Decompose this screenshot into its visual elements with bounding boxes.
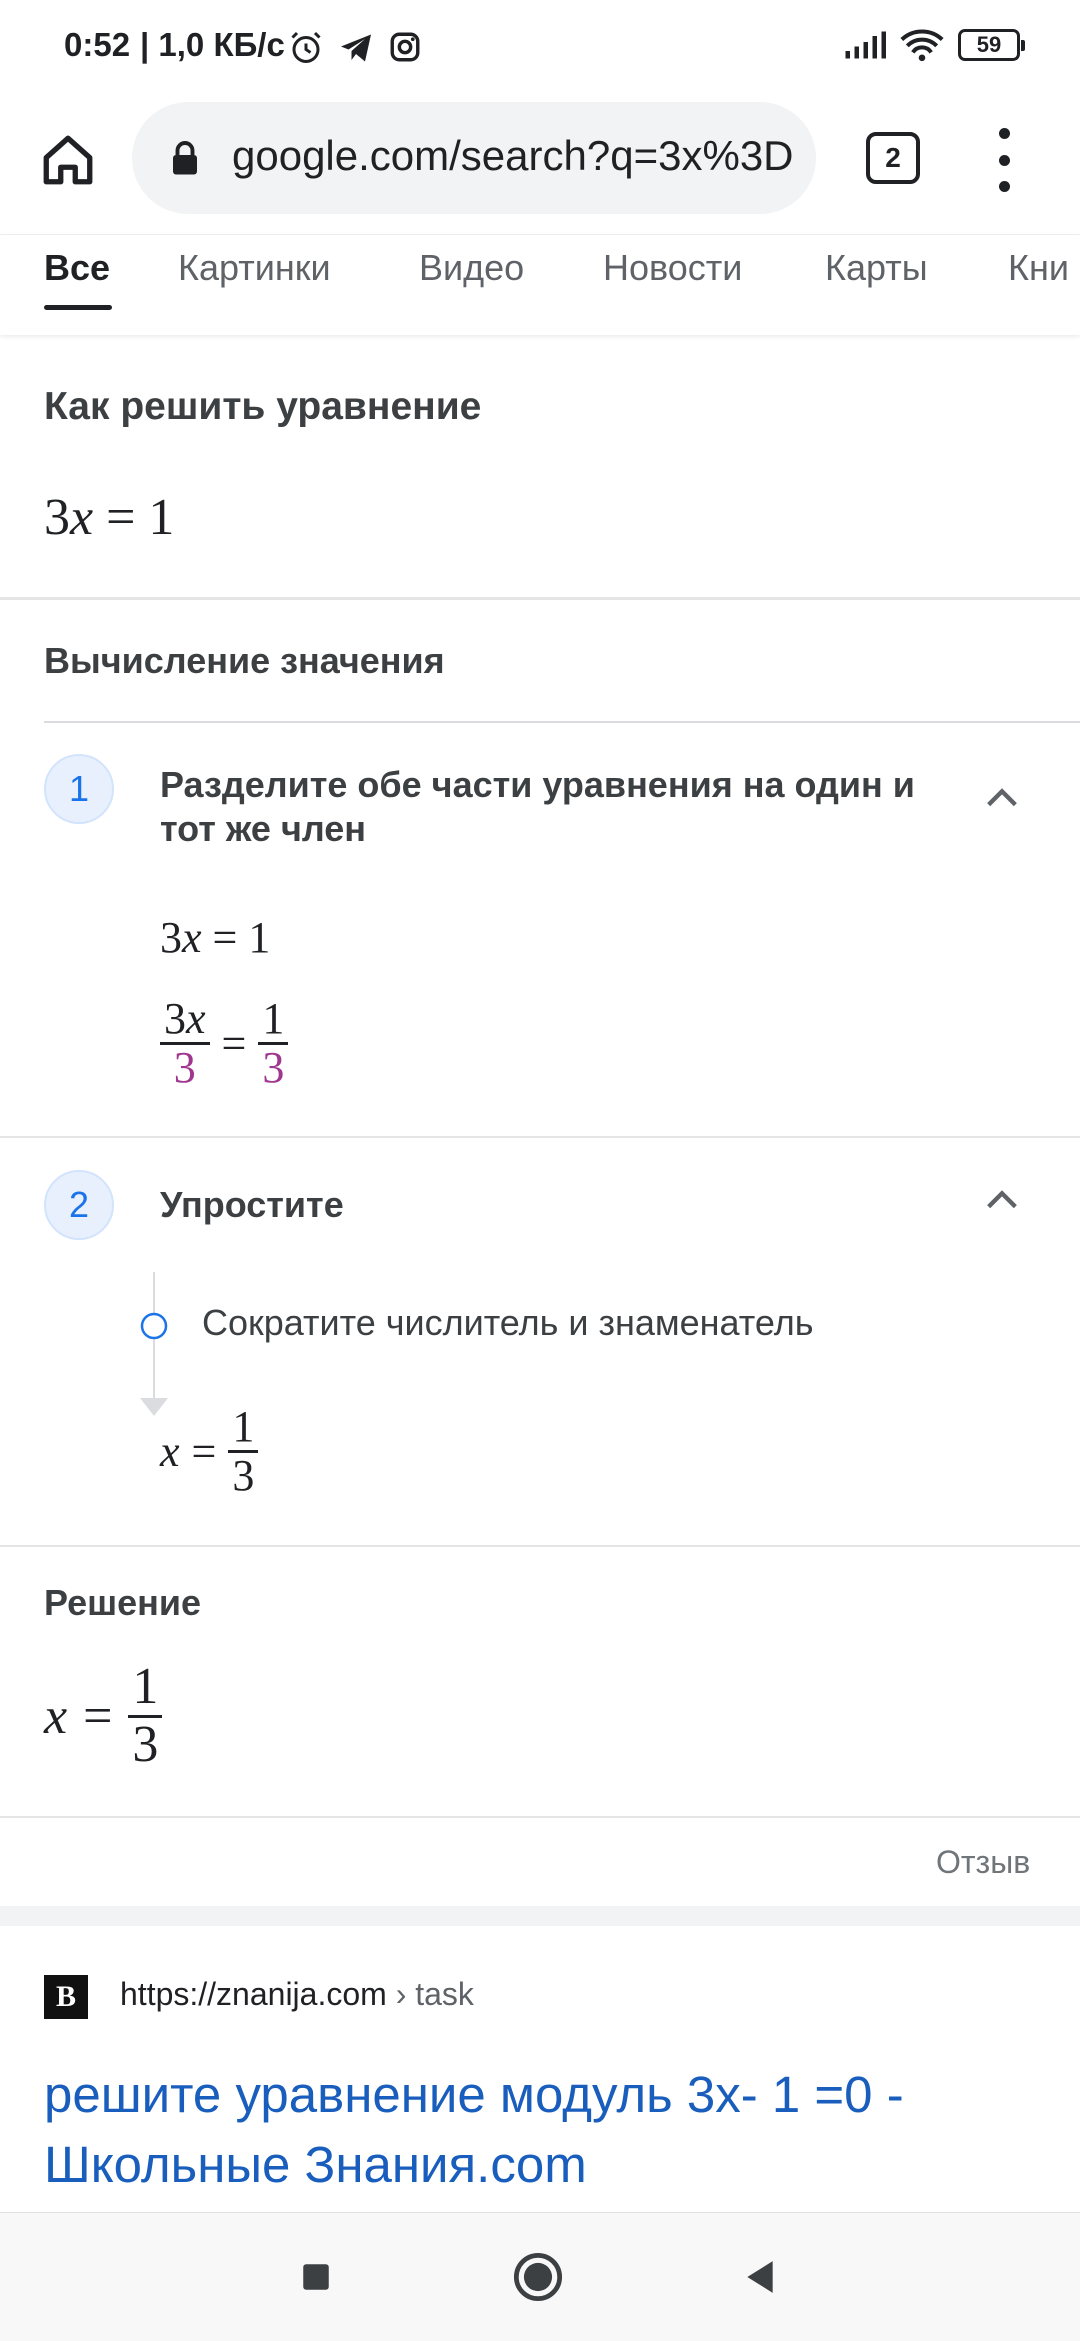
overflow-menu-button[interactable] bbox=[984, 128, 1024, 192]
home-button[interactable] bbox=[32, 124, 104, 196]
site-favicon: B bbox=[44, 1975, 88, 2019]
fraction: 1 3 bbox=[128, 1659, 163, 1772]
square-icon bbox=[303, 2264, 329, 2290]
tab-news[interactable]: Новости bbox=[603, 247, 742, 289]
tab-videos[interactable]: Видео bbox=[419, 247, 524, 289]
status-bar: 0:52 | 1,0 КБ/с 59 bbox=[0, 0, 1080, 96]
system-icons: 59 bbox=[844, 28, 1025, 62]
solution-label: Решение bbox=[44, 1582, 202, 1623]
battery-level: 59 bbox=[976, 32, 1002, 57]
step-number: 1 bbox=[44, 754, 114, 824]
back-triangle-icon bbox=[747, 2261, 773, 2293]
step1-divided-equation: 3x 3 = 1 3 bbox=[160, 995, 289, 1091]
feedback-link[interactable]: Отзыв bbox=[936, 1844, 1030, 1881]
fraction: 3x 3 bbox=[160, 995, 210, 1091]
lock-icon bbox=[173, 141, 197, 175]
dot-icon bbox=[998, 128, 1010, 139]
divider bbox=[0, 1545, 1080, 1547]
notification-icons bbox=[288, 30, 422, 70]
home-nav-button[interactable] bbox=[508, 2247, 568, 2307]
wifi-icon bbox=[900, 29, 944, 62]
system-navigation-bar bbox=[0, 2212, 1080, 2341]
alarm-icon bbox=[291, 31, 321, 63]
solution-equation: x = 1 3 bbox=[44, 1659, 163, 1772]
divider bbox=[0, 597, 1080, 600]
dot-icon bbox=[998, 181, 1010, 192]
substep-text: Сократите числитель и знаменатель bbox=[202, 1302, 814, 1343]
search-tabs: Все Картинки Видео Новости Карты Кни bbox=[0, 234, 1080, 335]
instagram-icon bbox=[390, 32, 420, 62]
divider bbox=[0, 1816, 1080, 1818]
chevron-up-icon[interactable] bbox=[982, 1180, 1022, 1220]
fraction: 1 3 bbox=[228, 1403, 259, 1499]
signal-icon bbox=[845, 31, 886, 59]
result-title-link[interactable]: решите уравнение модуль 3x- 1 =0 - Школь… bbox=[44, 2060, 1044, 2200]
divider bbox=[0, 1136, 1080, 1138]
step-title: Разделите обе части уравнения на один и … bbox=[160, 764, 915, 849]
url-text: google.com/search?q=3x%3D bbox=[232, 132, 794, 179]
tab-switcher-button[interactable]: 2 bbox=[866, 132, 920, 184]
circle-icon bbox=[513, 2252, 563, 2302]
tab-all[interactable]: Все bbox=[44, 247, 110, 289]
tab-maps[interactable]: Карты bbox=[825, 247, 928, 289]
active-tab-indicator bbox=[44, 305, 112, 310]
main-equation: 3x = 1 bbox=[44, 489, 175, 546]
home-icon bbox=[43, 135, 93, 185]
recents-button[interactable] bbox=[286, 2247, 346, 2307]
section-label: Вычисление значения bbox=[44, 640, 445, 681]
back-button[interactable] bbox=[730, 2247, 790, 2307]
clock: 0:52 bbox=[64, 26, 131, 63]
fraction: 1 3 bbox=[258, 995, 289, 1091]
section-separator bbox=[0, 1906, 1080, 1926]
address-bar[interactable]: google.com/search?q=3x%3D bbox=[132, 102, 816, 214]
step-title: Упростите bbox=[160, 1184, 344, 1225]
result-url[interactable]: https://znanija.com › task bbox=[120, 1976, 474, 2013]
step-number: 2 bbox=[44, 1170, 114, 1240]
step2-result: x = 1 3 bbox=[160, 1403, 259, 1499]
browser-toolbar: google.com/search?q=3x%3D 2 bbox=[0, 96, 1080, 234]
network-speed: | 1,0 КБ/с bbox=[140, 26, 285, 63]
telegram-icon bbox=[341, 34, 371, 62]
solver-title: Как решить уравнение bbox=[44, 385, 482, 428]
tab-images[interactable]: Картинки bbox=[178, 247, 331, 289]
dot-icon bbox=[998, 154, 1010, 166]
chevron-up-icon[interactable] bbox=[982, 778, 1022, 818]
divider bbox=[44, 721, 1080, 723]
tab-books[interactable]: Кни bbox=[1008, 247, 1069, 289]
step1-equation: 3x = 1 bbox=[160, 913, 271, 962]
battery-icon: 59 bbox=[958, 29, 1025, 61]
